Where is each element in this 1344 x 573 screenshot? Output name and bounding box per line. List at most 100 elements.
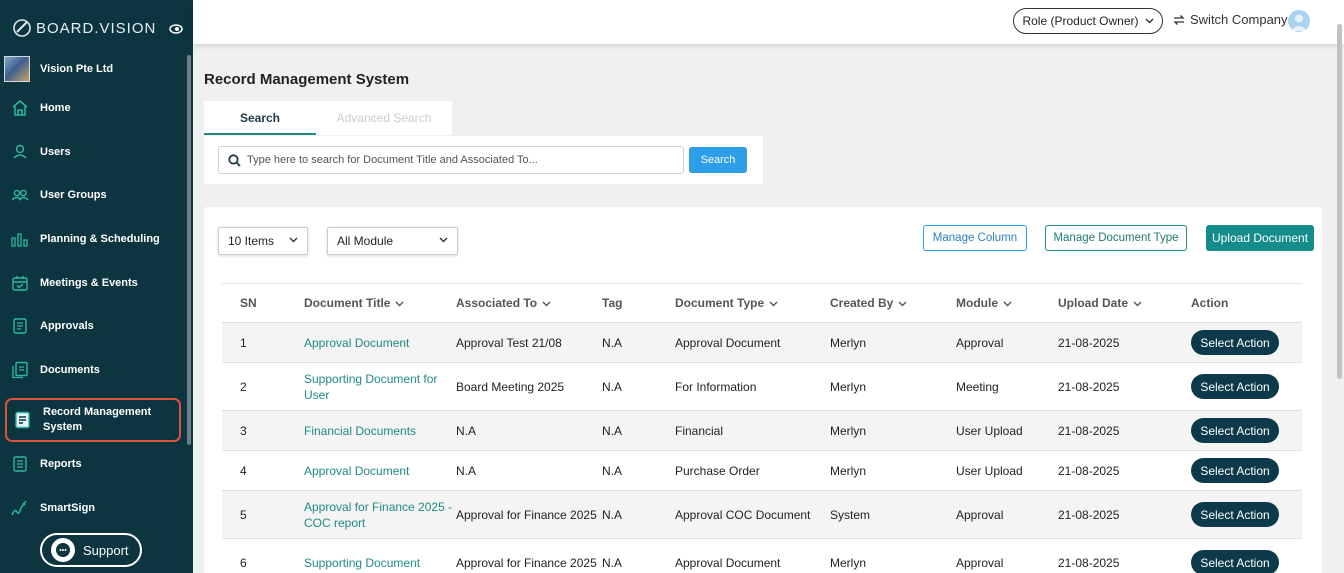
role-label: Role (Product Owner) [1022,14,1139,28]
cell-module: User Upload [956,410,1058,451]
sidebar-item-label: Planning & Scheduling [40,233,160,245]
sidebar-item-home[interactable]: Home [10,98,180,118]
sidebar-item-planning[interactable]: Planning & Scheduling [10,229,180,249]
sort-chevron-icon[interactable] [1133,301,1142,307]
column-header-sn: SN [222,283,304,323]
cell-associated-to: Board Meeting 2025 [456,362,602,411]
cell-document-title-link[interactable]: Approval for Finance 2025 - COC report [304,490,456,539]
home-icon [12,100,28,116]
record-icon [15,411,30,429]
sort-chevron-icon[interactable] [542,301,551,307]
select-action-button[interactable]: Select Action [1191,330,1279,355]
cell-document-title-link[interactable]: Approval Document [304,322,456,363]
sidebar-item-users[interactable]: Users [10,142,180,162]
sidebar-scrollbar[interactable] [187,55,191,445]
column-header-upload-date[interactable]: Upload Date [1058,283,1191,323]
sort-chevron-icon[interactable] [1003,301,1012,307]
cell-document-type: Approval Document [675,538,830,573]
tab-advanced-search[interactable]: Advanced Search [316,101,452,135]
cell-upload-date: 21-08-2025 [1058,538,1191,573]
upload-document-button[interactable]: Upload Document [1206,225,1314,251]
logo-text: BOARD.VISION [36,19,157,37]
items-per-page-select[interactable]: 10 Items [218,227,308,255]
cell-module: Meeting [956,362,1058,411]
cell-created-by: Merlyn [830,450,956,491]
select-action-button[interactable]: Select Action [1191,550,1279,573]
cell-module: User Upload [956,450,1058,491]
table-row: 1 Approval Document Approval Test 21/08 … [222,322,1302,363]
support-button[interactable]: Support [40,533,142,567]
sidebar-item-approvals[interactable]: Approvals [10,316,180,336]
cell-tag: N.A [602,362,675,411]
eye-toggle-icon[interactable] [169,22,183,36]
cell-document-type: Approval COC Document [675,490,830,539]
cell-tag: N.A [602,490,675,539]
reports-icon [13,456,27,472]
sort-chevron-icon[interactable] [395,301,404,307]
cell-document-type: Financial [675,410,830,451]
column-header-document-type[interactable]: Document Type [675,283,830,323]
column-header-action: Action [1191,283,1302,323]
manage-document-type-button[interactable]: Manage Document Type [1045,225,1187,251]
select-action-button[interactable]: Select Action [1191,374,1279,399]
logo[interactable]: BOARD.VISION [12,18,156,38]
cell-upload-date: 21-08-2025 [1058,450,1191,491]
sidebar-item-label: Reports [40,458,82,470]
sidebar-item-smartsign[interactable]: SmartSign [10,498,180,518]
manage-column-button[interactable]: Manage Column [923,225,1027,251]
cell-created-by: Merlyn [830,322,956,363]
select-action-button[interactable]: Select Action [1191,458,1279,483]
column-header-document-title[interactable]: Document Title [304,283,456,323]
org-switcher[interactable]: Vision Pte Ltd [4,56,113,82]
switch-company-button[interactable]: Switch Company [1173,12,1288,27]
sort-chevron-icon[interactable] [898,301,907,307]
cell-created-by: System [830,490,956,539]
role-dropdown[interactable]: Role (Product Owner) [1013,8,1163,34]
sidebar-item-label: User Groups [40,189,107,201]
cell-associated-to: Approval for Finance 2025 [456,490,602,539]
calendar-icon [12,276,28,291]
cell-document-title-link[interactable]: Approval Document [304,450,456,491]
cell-document-title-link[interactable]: Supporting Document for User [304,362,456,411]
select-action-button[interactable]: Select Action [1191,502,1279,527]
cell-sn: 6 [222,538,304,573]
search-panel: Type here to search for Document Title a… [204,136,763,184]
cell-associated-to: Approval Test 21/08 [456,322,602,363]
cell-created-by: Merlyn [830,410,956,451]
org-avatar [4,56,30,82]
cell-sn: 3 [222,410,304,451]
records-table: SN Document Title Associated To Tag Docu… [222,283,1302,573]
records-card: 10 Items All Module Manage Column Manage… [204,207,1322,573]
column-header-created-by[interactable]: Created By [830,283,956,323]
sidebar-item-meetings[interactable]: Meetings & Events [10,273,180,293]
column-header-associated-to[interactable]: Associated To [456,283,602,323]
switch-company-label: Switch Company [1190,12,1288,27]
sidebar-item-record-management[interactable]: Record Management System [5,398,181,442]
select-action-button[interactable]: Select Action [1191,418,1279,443]
sort-chevron-icon[interactable] [769,301,778,307]
cell-module: Approval [956,322,1058,363]
cell-sn: 5 [222,490,304,539]
search-input[interactable]: Type here to search for Document Title a… [218,146,684,174]
cell-action: Select Action [1191,490,1302,539]
table-row: 6 Supporting Document Approval for Finan… [222,538,1302,573]
search-button[interactable]: Search [689,147,747,173]
sidebar-item-label: Record Management System [43,406,152,433]
sidebar-item-reports[interactable]: Reports [10,454,180,474]
avatar[interactable] [1288,10,1310,32]
sidebar-item-user-groups[interactable]: User Groups [10,185,180,205]
cell-document-title-link[interactable]: Financial Documents [304,410,456,451]
page-scrollbar[interactable] [1337,24,1342,379]
module-filter-select[interactable]: All Module [327,227,458,255]
search-placeholder: Type here to search for Document Title a… [247,154,538,166]
column-header-module[interactable]: Module [956,283,1058,323]
top-bar: Role (Product Owner) Switch Company [193,0,1344,44]
cell-tag: N.A [602,538,675,573]
cell-sn: 4 [222,450,304,491]
cell-document-title-link[interactable]: Supporting Document [304,538,456,573]
sidebar-item-documents[interactable]: Documents [10,360,180,380]
tab-search[interactable]: Search [204,101,316,135]
cell-tag: N.A [602,450,675,491]
sidebar-item-label: Meetings & Events [40,277,138,289]
sidebar-item-label: Home [40,102,71,114]
